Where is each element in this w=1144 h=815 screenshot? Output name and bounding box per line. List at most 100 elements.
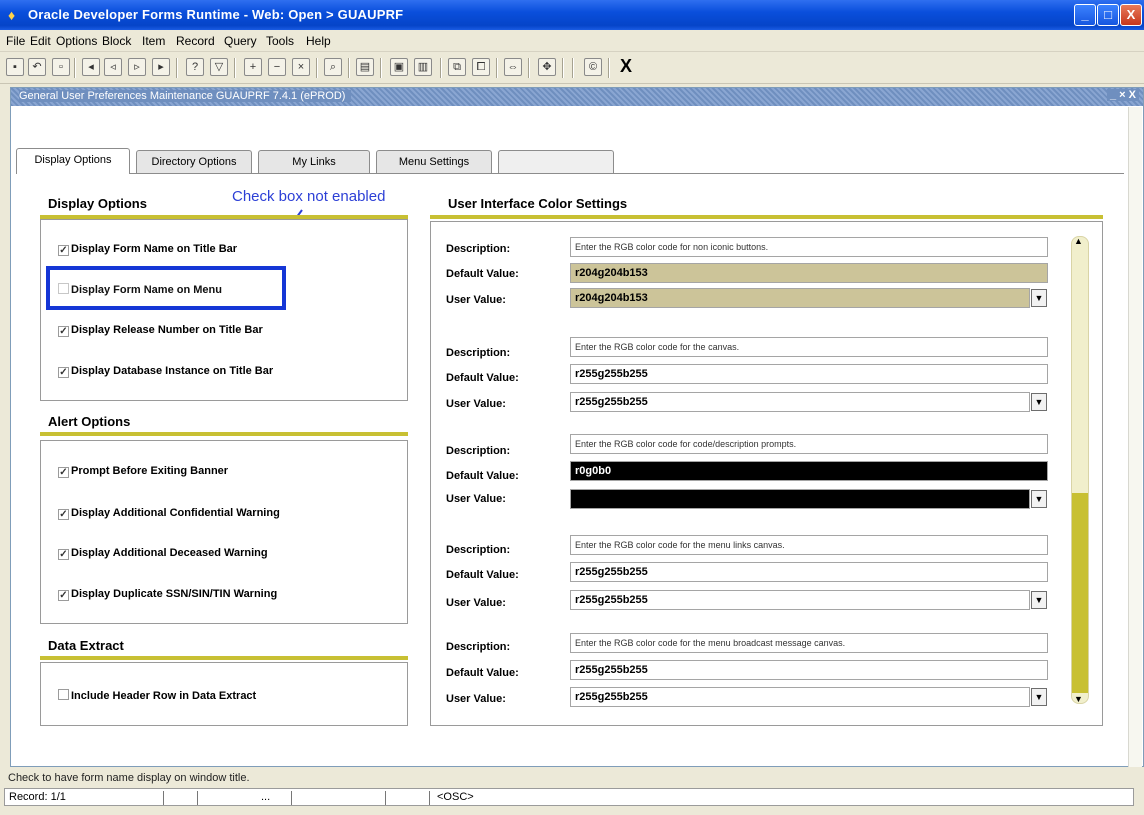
dropdown-arrow-icon[interactable]: ▼: [1031, 490, 1047, 508]
description-label: Description:: [446, 544, 511, 556]
checkbox-checked-icon[interactable]: ✓: [58, 549, 69, 560]
tab-underline: [16, 173, 1124, 174]
exit-button[interactable]: X: [620, 56, 632, 77]
default-value-field[interactable]: r0g0b0: [570, 461, 1048, 481]
status-separator: [163, 791, 164, 805]
tab-directory-options[interactable]: Directory Options: [136, 150, 252, 174]
window-scrollbar[interactable]: [1128, 107, 1142, 767]
help-icon[interactable]: ©: [584, 58, 602, 76]
dropdown-arrow-icon[interactable]: ▼: [1031, 393, 1047, 411]
toolbar-separator: [74, 58, 76, 78]
search-icon[interactable]: ⌕: [324, 58, 342, 76]
inner-window-controls[interactable]: _ × X: [1107, 89, 1139, 101]
printer-icon[interactable]: ▤: [356, 58, 374, 76]
execute-query-icon[interactable]: ▽: [210, 58, 228, 76]
menu-query[interactable]: Query: [224, 34, 257, 48]
paste-icon[interactable]: ⧠: [472, 58, 490, 76]
last-record-icon[interactable]: ▸: [152, 58, 170, 76]
toolbar-separator: [234, 58, 236, 78]
first-record-icon[interactable]: ◂: [82, 58, 100, 76]
toolbar-separator: [176, 58, 178, 78]
toolbar-separator: [496, 58, 498, 78]
user-value-field[interactable]: [570, 489, 1030, 509]
description-field[interactable]: Enter the RGB color code for code/descri…: [570, 434, 1048, 454]
description-label: Description:: [446, 243, 511, 255]
color-settings-heading: User Interface Color Settings: [448, 196, 628, 211]
description-field[interactable]: Enter the RGB color code for non iconic …: [570, 237, 1048, 257]
menu-tools[interactable]: Tools: [266, 34, 294, 48]
copy-icon[interactable]: ⧉: [448, 58, 466, 76]
clear-record-icon[interactable]: ×: [292, 58, 310, 76]
export-icon[interactable]: ▣: [390, 58, 408, 76]
checkbox-header-row[interactable]: Include Header Row in Data Extract: [58, 689, 256, 702]
dropdown-arrow-icon[interactable]: ▼: [1031, 591, 1047, 609]
menu-edit[interactable]: Edit: [30, 34, 51, 48]
checkbox-prompt-exiting[interactable]: ✓ Prompt Before Exiting Banner: [58, 465, 228, 478]
default-value-field[interactable]: r255g255b255: [570, 660, 1048, 680]
menu-item[interactable]: Item: [142, 34, 165, 48]
checkbox-unchecked-icon[interactable]: [58, 689, 69, 700]
checkbox-release-number[interactable]: ✓ Display Release Number on Title Bar: [58, 324, 263, 337]
window-title: Oracle Developer Forms Runtime - Web: Op…: [28, 7, 404, 22]
checkbox-confidential-warning[interactable]: ✓ Display Additional Confidential Warning: [58, 507, 280, 520]
description-field[interactable]: Enter the RGB color code for the menu li…: [570, 535, 1048, 555]
checkbox-checked-icon[interactable]: ✓: [58, 326, 69, 337]
print-icon[interactable]: ▫: [52, 58, 70, 76]
default-value-field[interactable]: r255g255b255: [570, 364, 1048, 384]
user-value-label: User Value:: [446, 398, 506, 410]
enter-query-icon[interactable]: ?: [186, 58, 204, 76]
data-extract-bar: [40, 656, 408, 660]
description-field[interactable]: Enter the RGB color code for the canvas.: [570, 337, 1048, 357]
checkbox-checked-icon[interactable]: ✓: [58, 467, 69, 478]
maximize-button[interactable]: □: [1097, 4, 1119, 26]
insert-record-icon[interactable]: +: [244, 58, 262, 76]
description-field[interactable]: Enter the RGB color code for the menu br…: [570, 633, 1048, 653]
checkbox-checked-icon[interactable]: ✓: [58, 590, 69, 601]
scroll-up-icon[interactable]: ▲: [1074, 236, 1083, 246]
checkbox-database-instance[interactable]: ✓ Display Database Instance on Title Bar: [58, 365, 273, 378]
user-value-field[interactable]: r255g255b255: [570, 687, 1030, 707]
dropdown-arrow-icon[interactable]: ▼: [1031, 289, 1047, 307]
navigate-icon[interactable]: ⇔: [504, 58, 522, 76]
menu-block[interactable]: Block: [102, 34, 131, 48]
save-icon[interactable]: ▪: [6, 58, 24, 76]
tab-display-options[interactable]: Display Options: [16, 148, 130, 174]
remove-record-icon[interactable]: −: [268, 58, 286, 76]
checkbox-label: Display Form Name on Title Bar: [71, 243, 238, 255]
status-mode: <OSC>: [437, 791, 474, 803]
default-value-label: Default Value:: [446, 569, 519, 581]
menu-record[interactable]: Record: [176, 34, 215, 48]
checkbox-checked-icon[interactable]: ✓: [58, 245, 69, 256]
scrollbar-thumb[interactable]: [1072, 493, 1088, 693]
user-value-field[interactable]: r255g255b255: [570, 590, 1030, 610]
record-count: Record: 1/1: [9, 791, 66, 803]
previous-record-icon[interactable]: ◃: [104, 58, 122, 76]
tab-menu-settings[interactable]: Menu Settings: [376, 150, 492, 174]
checkbox-deceased-warning[interactable]: ✓ Display Additional Deceased Warning: [58, 547, 268, 560]
description-label: Description:: [446, 347, 511, 359]
dropdown-arrow-icon[interactable]: ▼: [1031, 688, 1047, 706]
description-label: Description:: [446, 445, 511, 457]
user-value-field[interactable]: r255g255b255: [570, 392, 1030, 412]
default-value-field[interactable]: r204g204b153: [570, 263, 1048, 283]
user-value-field[interactable]: r204g204b153: [570, 288, 1030, 308]
description-label: Description:: [446, 641, 511, 653]
options-icon[interactable]: ✥: [538, 58, 556, 76]
extract-icon[interactable]: ▥: [414, 58, 432, 76]
minimize-button[interactable]: _: [1074, 4, 1096, 26]
menu-file[interactable]: File: [6, 34, 25, 48]
tab-my-links[interactable]: My Links: [258, 150, 370, 174]
toolbar-separator: [348, 58, 350, 78]
menu-help[interactable]: Help: [306, 34, 331, 48]
next-record-icon[interactable]: ▹: [128, 58, 146, 76]
menu-options[interactable]: Options: [56, 34, 97, 48]
checkbox-form-name-title[interactable]: ✓ Display Form Name on Title Bar: [58, 243, 237, 256]
checkbox-duplicate-ssn[interactable]: ✓ Display Duplicate SSN/SIN/TIN Warning: [58, 588, 277, 601]
default-value-field[interactable]: r255g255b255: [570, 562, 1048, 582]
close-button[interactable]: X: [1120, 4, 1142, 26]
undo-icon[interactable]: ↶: [28, 58, 46, 76]
scroll-down-icon[interactable]: ▼: [1074, 694, 1083, 704]
checkbox-checked-icon[interactable]: ✓: [58, 509, 69, 520]
checkbox-label: Display Additional Deceased Warning: [71, 547, 268, 559]
checkbox-checked-icon[interactable]: ✓: [58, 367, 69, 378]
